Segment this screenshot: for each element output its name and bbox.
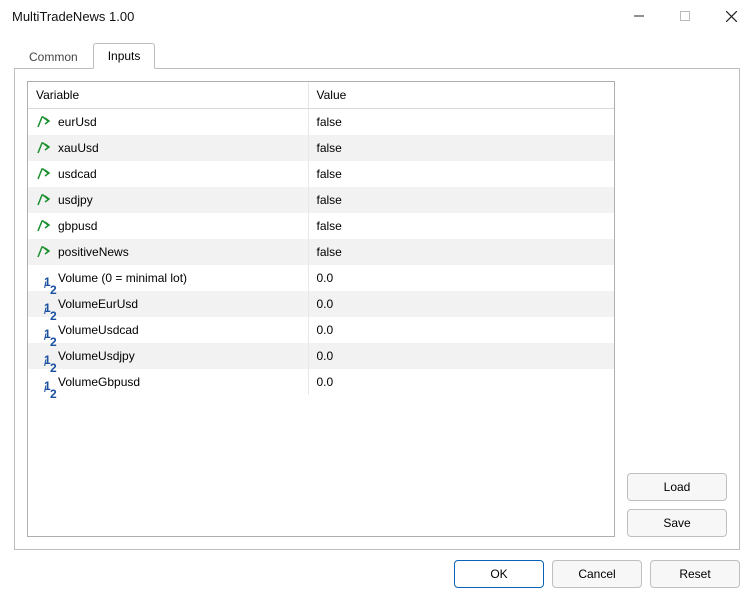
tabstrip: Common Inputs (14, 43, 740, 69)
bool-type-icon (36, 192, 52, 208)
reset-button[interactable]: Reset (650, 560, 740, 588)
maximize-icon (680, 11, 690, 21)
bool-type-icon (36, 166, 52, 182)
save-button[interactable]: Save (627, 509, 727, 537)
variable-name: VolumeEurUsd (58, 297, 138, 311)
table-row[interactable]: xauUsd false (28, 135, 614, 161)
footer-buttons: OK Cancel Reset (14, 550, 740, 588)
minimize-icon (634, 11, 644, 21)
table-row[interactable]: 1/2 VolumeUsdjpy 0.0 (28, 343, 614, 369)
window-root: MultiTradeNews 1.00 Common Inputs (0, 0, 754, 600)
variable-name: VolumeUsdcad (58, 323, 139, 337)
col-header-variable[interactable]: Variable (28, 82, 308, 109)
side-buttons: Load Save (627, 81, 727, 537)
col-header-value[interactable]: Value (308, 82, 614, 109)
variable-cell[interactable]: eurUsd (28, 109, 308, 135)
table-row[interactable]: 1/2 VolumeUsdcad 0.0 (28, 317, 614, 343)
variable-cell[interactable]: 1/2 VolumeUsdjpy (28, 343, 308, 369)
table-row[interactable]: 1/2 VolumeEurUsd 0.0 (28, 291, 614, 317)
variable-name: eurUsd (58, 115, 97, 129)
window-controls (616, 0, 754, 32)
value-cell[interactable]: 0.0 (308, 317, 614, 343)
dialog-body: Common Inputs Variable Value (0, 32, 754, 600)
table-row[interactable]: 1/2 Volume (0 = minimal lot) 0.0 (28, 265, 614, 291)
ok-button[interactable]: OK (454, 560, 544, 588)
cancel-button[interactable]: Cancel (552, 560, 642, 588)
variable-name: xauUsd (58, 141, 99, 155)
variable-cell[interactable]: 1/2 VolumeUsdcad (28, 317, 308, 343)
variable-name: usdcad (58, 167, 97, 181)
variable-cell[interactable]: 1/2 VolumeGbpusd (28, 369, 308, 395)
maximize-button (662, 0, 708, 32)
value-cell[interactable]: 0.0 (308, 343, 614, 369)
table-row[interactable]: eurUsd false (28, 109, 614, 135)
value-cell[interactable]: 0.0 (308, 265, 614, 291)
table-row[interactable]: positiveNews false (28, 239, 614, 265)
variable-name: VolumeGbpusd (58, 375, 140, 389)
bool-type-icon (36, 114, 52, 130)
minimize-button[interactable] (616, 0, 662, 32)
number-type-icon: 1/2 (36, 270, 52, 286)
load-button[interactable]: Load (627, 473, 727, 501)
variable-name: usdjpy (58, 193, 93, 207)
value-cell[interactable]: false (308, 239, 614, 265)
bool-type-icon (36, 244, 52, 260)
number-type-icon: 1/2 (36, 296, 52, 312)
variable-cell[interactable]: xauUsd (28, 135, 308, 161)
value-cell[interactable]: false (308, 135, 614, 161)
variable-name: VolumeUsdjpy (58, 349, 135, 363)
value-cell[interactable]: false (308, 213, 614, 239)
variable-cell[interactable]: 1/2 Volume (0 = minimal lot) (28, 265, 308, 291)
titlebar: MultiTradeNews 1.00 (0, 0, 754, 32)
bool-type-icon (36, 140, 52, 156)
tab-panel-inputs: Variable Value eurUsdfalsexauUsdfalseusd… (14, 68, 740, 550)
variable-cell[interactable]: usdjpy (28, 187, 308, 213)
close-button[interactable] (708, 0, 754, 32)
value-cell[interactable]: false (308, 187, 614, 213)
tab-common[interactable]: Common (14, 44, 93, 69)
table-row[interactable]: usdjpy false (28, 187, 614, 213)
variable-name: Volume (0 = minimal lot) (58, 271, 187, 285)
window-title: MultiTradeNews 1.00 (12, 9, 616, 24)
tab-inputs[interactable]: Inputs (93, 43, 156, 69)
value-cell[interactable]: 0.0 (308, 369, 614, 395)
variable-name: gbpusd (58, 219, 97, 233)
variable-cell[interactable]: gbpusd (28, 213, 308, 239)
grid-empty-area (28, 395, 614, 537)
number-type-icon: 1/2 (36, 348, 52, 364)
value-cell[interactable]: false (308, 161, 614, 187)
number-type-icon: 1/2 (36, 322, 52, 338)
variable-cell[interactable]: usdcad (28, 161, 308, 187)
value-cell[interactable]: false (308, 109, 614, 135)
variable-name: positiveNews (58, 245, 129, 259)
close-icon (726, 11, 737, 22)
bool-type-icon (36, 218, 52, 234)
table-row[interactable]: 1/2 VolumeGbpusd 0.0 (28, 369, 614, 395)
grid-wrap: Variable Value eurUsdfalsexauUsdfalseusd… (27, 81, 615, 537)
variable-cell[interactable]: positiveNews (28, 239, 308, 265)
inputs-grid: Variable Value eurUsdfalsexauUsdfalseusd… (27, 81, 615, 537)
variable-cell[interactable]: 1/2 VolumeEurUsd (28, 291, 308, 317)
value-cell[interactable]: 0.0 (308, 291, 614, 317)
number-type-icon: 1/2 (36, 374, 52, 390)
table-row[interactable]: usdcad false (28, 161, 614, 187)
table-row[interactable]: gbpusd false (28, 213, 614, 239)
